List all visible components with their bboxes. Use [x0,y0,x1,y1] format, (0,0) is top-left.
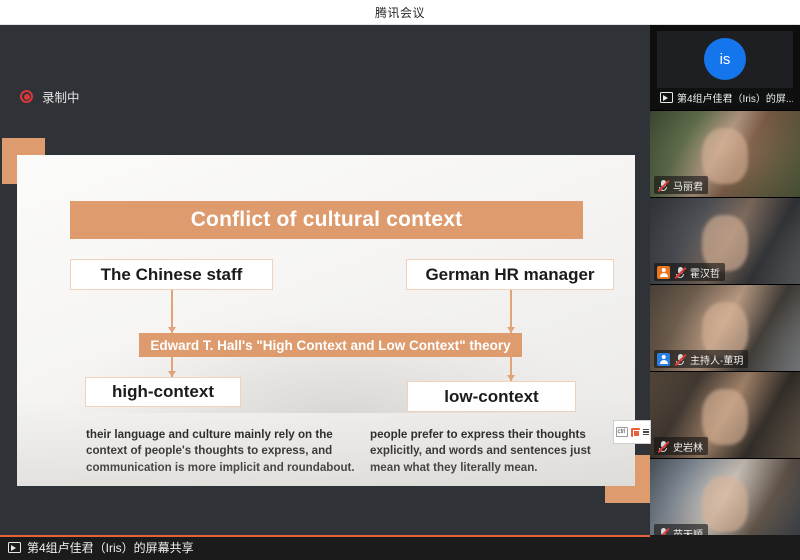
stop-share-icon[interactable] [631,428,640,437]
participant-name: 第4组卢佳君（Iris）的屏... [677,90,793,105]
recording-label: 录制中 [42,87,80,106]
participant-name: 史岩林 [673,439,703,454]
participant-tile-miaotianshun[interactable]: 苗天顺 [650,459,800,546]
share-status-label: 第4组卢佳君（Iris）的屏幕共享 [27,539,194,556]
window-title-bar: 腾讯会议 [0,0,800,25]
participant-tile-shiyanlin[interactable]: 史岩林 [650,372,800,459]
slide-title-banner: Conflict of cultural context [70,201,583,239]
context-label-low: low-context [444,387,538,407]
co-host-icon [657,266,670,279]
slide-title: Conflict of cultural context [191,208,463,232]
mic-muted-icon [657,179,669,192]
avatar: is [704,38,746,80]
participant-tile-host-dongyue[interactable]: 主持人-董玥 [650,285,800,372]
mini-toolbar-chip: ctrl [616,427,628,437]
context-box-low: low-context [407,381,576,412]
meeting-stage: 录制中 Conflict of cultural context The Chi… [0,25,650,535]
more-options-icon[interactable] [643,429,649,436]
app-title: 腾讯会议 [375,4,425,21]
description-right: people prefer to express their thoughts … [370,427,620,476]
participant-namebar: 霍汉哲 [654,263,725,281]
screen-share-icon [660,92,673,103]
meeting-window: 腾讯会议 录制中 Conflict of cultural context Th… [0,0,800,560]
participant-namebar: 史岩林 [654,437,708,455]
actor-label-right: German HR manager [425,265,594,285]
participant-namebar: 第4组卢佳君（Iris）的屏... [657,88,793,106]
actor-box-chinese-staff: The Chinese staff [70,259,273,290]
actor-label-left: The Chinese staff [101,265,243,285]
description-left: their language and culture mainly rely o… [86,427,366,476]
participant-name: 马丽君 [673,178,703,193]
participant-name: 霍汉哲 [690,265,720,280]
presentation-slide: Conflict of cultural context The Chinese… [17,155,635,486]
mic-muted-icon [674,266,686,279]
share-accent-strip [0,535,650,537]
participant-tile-huohanzhe[interactable]: 霍汉哲 [650,198,800,285]
mic-muted-icon [674,353,686,366]
participant-tile-maliijun[interactable]: 马丽君 [650,111,800,198]
share-mini-toolbar[interactable]: ctrl [613,420,651,444]
participant-rail[interactable]: is 第4组卢佳君（Iris）的屏... 马丽君 霍汉哲 [650,25,800,535]
context-box-high: high-context [85,377,241,407]
actor-box-german-hr-manager: German HR manager [406,259,614,290]
share-status-bar: 第4组卢佳君（Iris）的屏幕共享 [0,535,800,560]
context-label-high: high-context [112,382,214,402]
screen-share-icon [8,542,21,553]
participant-namebar: 主持人-董玥 [654,350,748,368]
participant-name: 主持人-董玥 [690,352,743,367]
theory-label: Edward T. Hall's "High Context and Low C… [150,338,510,353]
shared-screen-region[interactable]: Conflict of cultural context The Chinese… [2,138,650,503]
participant-tile-screenshare[interactable]: is 第4组卢佳君（Iris）的屏... [650,25,800,111]
participant-namebar: 马丽君 [654,176,708,194]
theory-banner: Edward T. Hall's "High Context and Low C… [139,333,522,357]
recording-indicator: 录制中 [20,87,80,106]
host-icon [657,353,670,366]
record-dot-icon [20,90,33,103]
mic-muted-icon [657,440,669,453]
